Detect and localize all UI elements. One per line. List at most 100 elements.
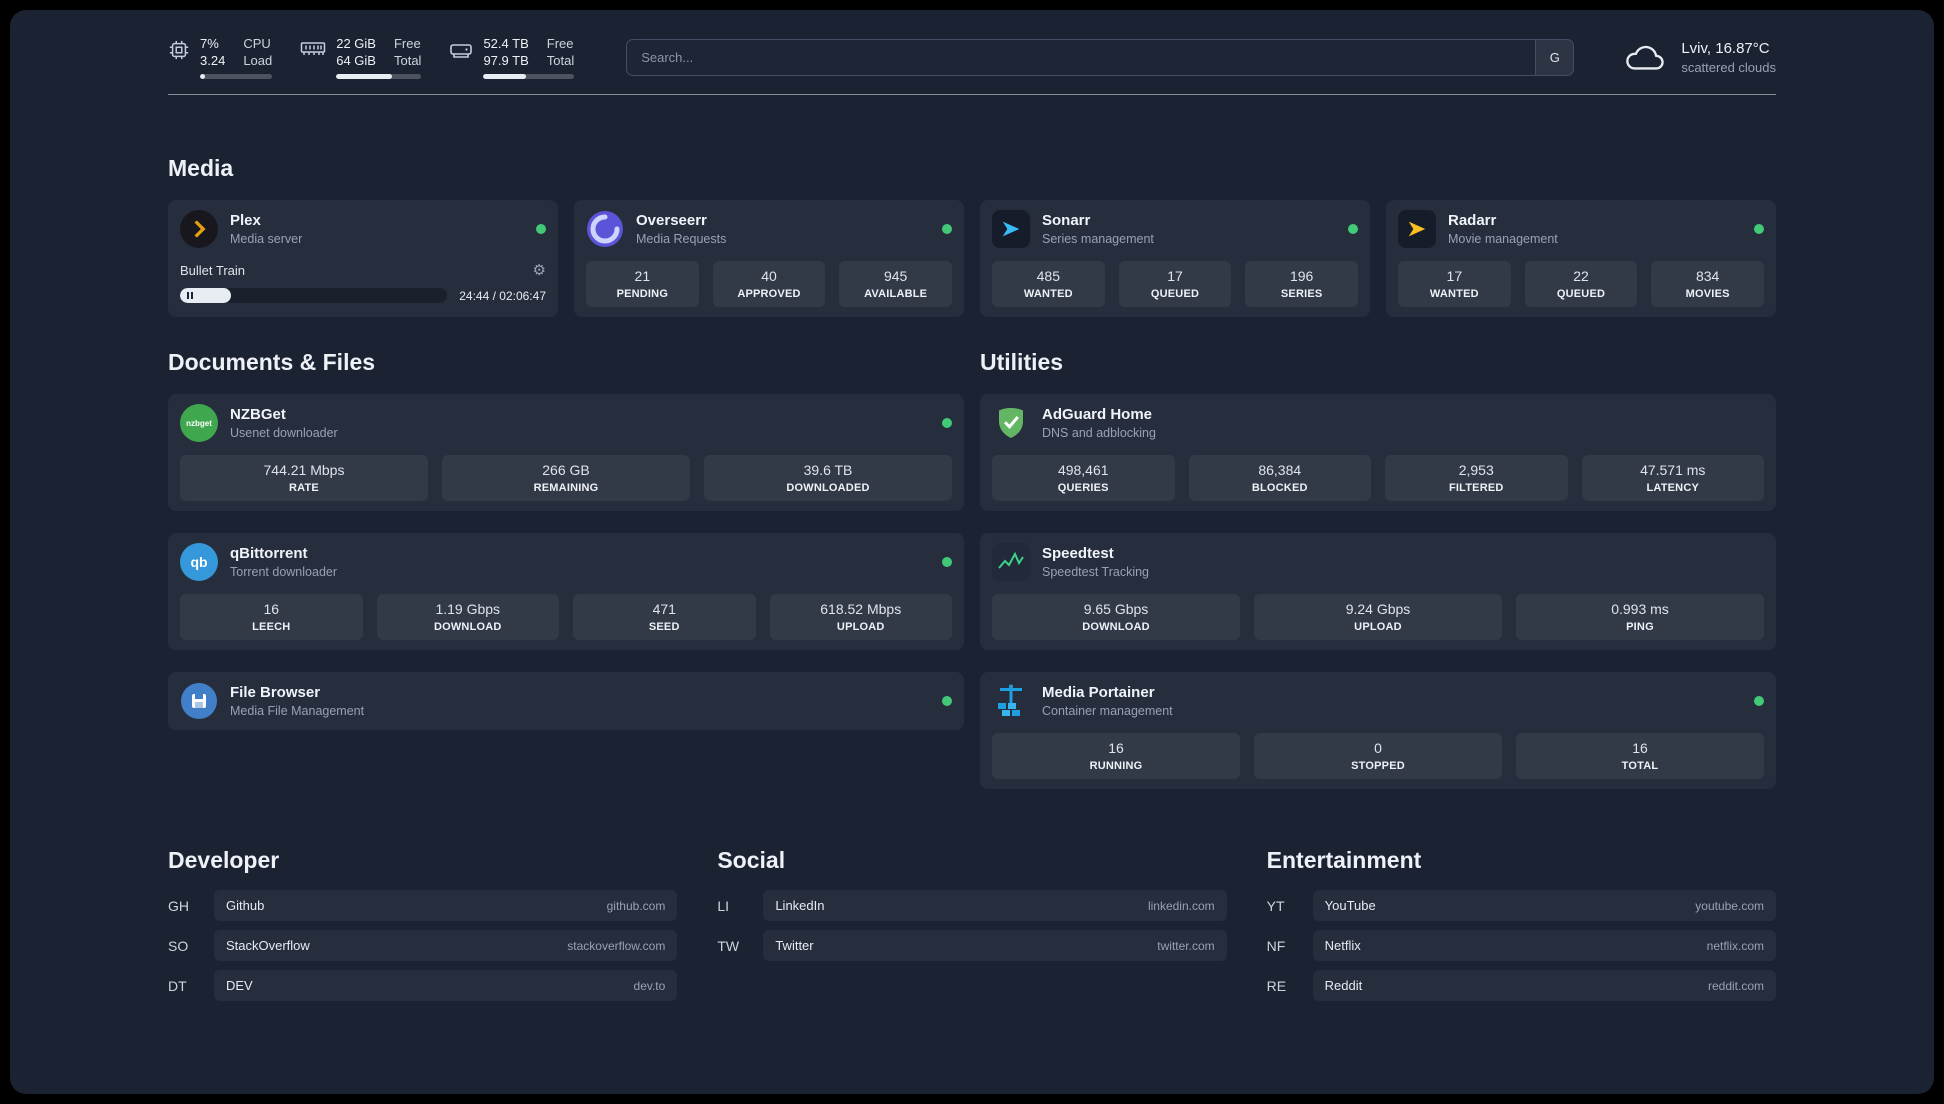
service-card-portainer[interactable]: Media Portainer Container management 16 R… (980, 672, 1776, 789)
radarr-icon (1398, 210, 1436, 248)
service-desc: Container management (1042, 704, 1173, 718)
service-card-nzbget[interactable]: nzbget NZBGet Usenet downloader 744.21 M… (168, 394, 964, 511)
qbittorrent-icon: qb (180, 543, 218, 581)
plex-icon (180, 210, 218, 248)
playback-progress-bar[interactable] (180, 288, 448, 303)
search-bar: G (626, 39, 1575, 76)
stat-tile: 86,384 BLOCKED (1188, 455, 1371, 501)
service-card-speedtest[interactable]: Speedtest Speedtest Tracking 9.65 Gbps DO… (980, 533, 1776, 650)
disk-icon (449, 39, 473, 61)
section-media: Media Plex Media server Bullet Train ⚙ 2… (168, 155, 1776, 317)
section-heading-social: Social (717, 847, 786, 873)
overseerr-icon (586, 210, 624, 248)
service-name: Sonarr (1042, 212, 1091, 229)
service-name: Overseerr (636, 212, 707, 229)
disk-free: 52.4 TB (483, 36, 529, 51)
stat-tile: 21 PENDING (586, 261, 699, 307)
stat-tile: 9.65 Gbps DOWNLOAD (992, 594, 1240, 640)
bookmark-link-stackoverflow[interactable]: StackOverflow stackoverflow.com (214, 930, 678, 961)
service-name: NZBGet (230, 406, 286, 423)
bookmark-row: RE Reddit reddit.com (1267, 970, 1776, 1001)
status-dot (536, 224, 546, 234)
stat-tile: 0 STOPPED (1254, 733, 1502, 779)
service-name: Media Portainer (1042, 684, 1155, 701)
stat-tile: 40 APPROVED (712, 261, 826, 307)
status-dot (1348, 224, 1358, 234)
bookmark-abbr: DT (168, 977, 187, 994)
stat-tile: 1.19 Gbps DOWNLOAD (376, 594, 559, 640)
service-card-radarr[interactable]: Radarr Movie management 17 WANTED 22 QUEUE… (1386, 200, 1776, 317)
service-desc: Speedtest Tracking (1042, 565, 1150, 579)
service-desc: Series management (1042, 232, 1154, 246)
pause-icon (187, 292, 189, 299)
service-name: Radarr (1448, 212, 1497, 229)
search-input[interactable] (627, 40, 1536, 75)
portainer-icon (992, 682, 1030, 720)
service-desc: Media File Management (230, 704, 365, 718)
now-playing-title: Bullet Train (180, 262, 246, 278)
service-name: qBittorrent (230, 545, 308, 562)
bookmark-group-entertainment: Entertainment YT YouTube youtube.com NF … (1267, 847, 1776, 1010)
service-name: Speedtest (1042, 545, 1114, 562)
ram-free: 22 GiB (336, 36, 376, 51)
bookmark-link-reddit[interactable]: Reddit reddit.com (1312, 970, 1776, 1001)
ram-icon (300, 39, 326, 59)
stat-tile: 945 AVAILABLE (839, 261, 952, 307)
bookmark-link-github[interactable]: Github github.com (214, 890, 678, 921)
disk-total: 97.9 TB (483, 53, 529, 68)
cpu-label-2: Load (243, 53, 273, 68)
ram-progress-bar (336, 74, 422, 79)
service-card-filebrowser[interactable]: File Browser Media File Management (168, 672, 964, 730)
service-card-qbittorrent[interactable]: qb qBittorrent Torrent downloader 16 LEEC… (168, 533, 964, 650)
bookmark-row: GH Github github.com (168, 890, 678, 921)
bookmark-abbr: SO (168, 937, 189, 954)
search-engine-button[interactable]: G (1535, 40, 1574, 75)
bookmark-abbr: LI (717, 897, 730, 914)
stat-tile: 17 WANTED (1398, 261, 1511, 307)
cpu-widget: 7% CPU 3.24 Load (168, 36, 273, 79)
ram-label-1: Free (393, 36, 421, 51)
stat-tile: 9.24 Gbps UPLOAD (1254, 594, 1502, 640)
service-card-plex[interactable]: Plex Media server Bullet Train ⚙ 24:44 /… (168, 200, 558, 317)
service-card-sonarr[interactable]: Sonarr Series management 485 WANTED 17 QUE… (980, 200, 1370, 317)
service-name: Plex (230, 212, 261, 229)
ram-widget: 22 GiB Free 64 GiB Total (300, 36, 422, 79)
disk-progress-bar (483, 74, 575, 79)
stat-tile: 16 RUNNING (992, 733, 1240, 779)
bookmark-link-netflix[interactable]: Netflix netflix.com (1312, 930, 1776, 961)
section-utilities: Utilities AdGuard Home DNS and adblockin… (980, 349, 1776, 789)
bookmark-link-twitter[interactable]: Twitter twitter.com (763, 930, 1227, 961)
status-dot (1754, 224, 1764, 234)
stat-tile: 471 SEED (573, 594, 756, 640)
disk-label-2: Total (546, 53, 575, 68)
bookmark-link-youtube[interactable]: YouTube youtube.com (1312, 890, 1776, 921)
bookmark-link-linkedin[interactable]: LinkedIn linkedin.com (763, 890, 1227, 921)
stat-tile: 834 MOVIES (1651, 261, 1764, 307)
bookmark-row: LI LinkedIn linkedin.com (717, 890, 1227, 921)
status-dot (1754, 696, 1764, 706)
status-dot (942, 418, 952, 428)
bookmark-group-developer: Developer GH Github github.com SO StackO… (168, 847, 678, 1010)
service-name: AdGuard Home (1042, 406, 1153, 423)
status-dot (942, 557, 952, 567)
disk-widget: 52.4 TB Free 97.9 TB Total (449, 36, 575, 79)
service-desc: Torrent downloader (230, 565, 338, 579)
cpu-loadavg: 3.24 (200, 53, 226, 68)
service-card-overseerr[interactable]: Overseerr Media Requests 21 PENDING 40 APP… (574, 200, 964, 317)
section-heading-entertainment: Entertainment (1266, 847, 1422, 873)
disk-label-1: Free (546, 36, 574, 51)
topbar: 7% CPU 3.24 Load 22 GiB Free 64 GiB Tota… (168, 36, 1776, 79)
bookmark-link-dev[interactable]: DEV dev.to (214, 970, 678, 1001)
service-desc: DNS and adblocking (1042, 426, 1156, 440)
service-card-adguard[interactable]: AdGuard Home DNS and adblocking 498,461 Q… (980, 394, 1776, 511)
service-desc: Usenet downloader (230, 426, 338, 440)
stat-tile: 485 WANTED (992, 261, 1105, 307)
bookmark-row: NF Netflix netflix.com (1267, 930, 1776, 961)
ram-total: 64 GiB (336, 53, 376, 68)
bookmark-abbr: TW (717, 937, 740, 954)
adguard-icon (992, 404, 1030, 442)
weather-location: Lviv, 16.87°C (1681, 40, 1770, 57)
speedtest-icon (992, 543, 1030, 581)
gear-icon[interactable]: ⚙ (533, 261, 546, 279)
status-dot (942, 224, 952, 234)
